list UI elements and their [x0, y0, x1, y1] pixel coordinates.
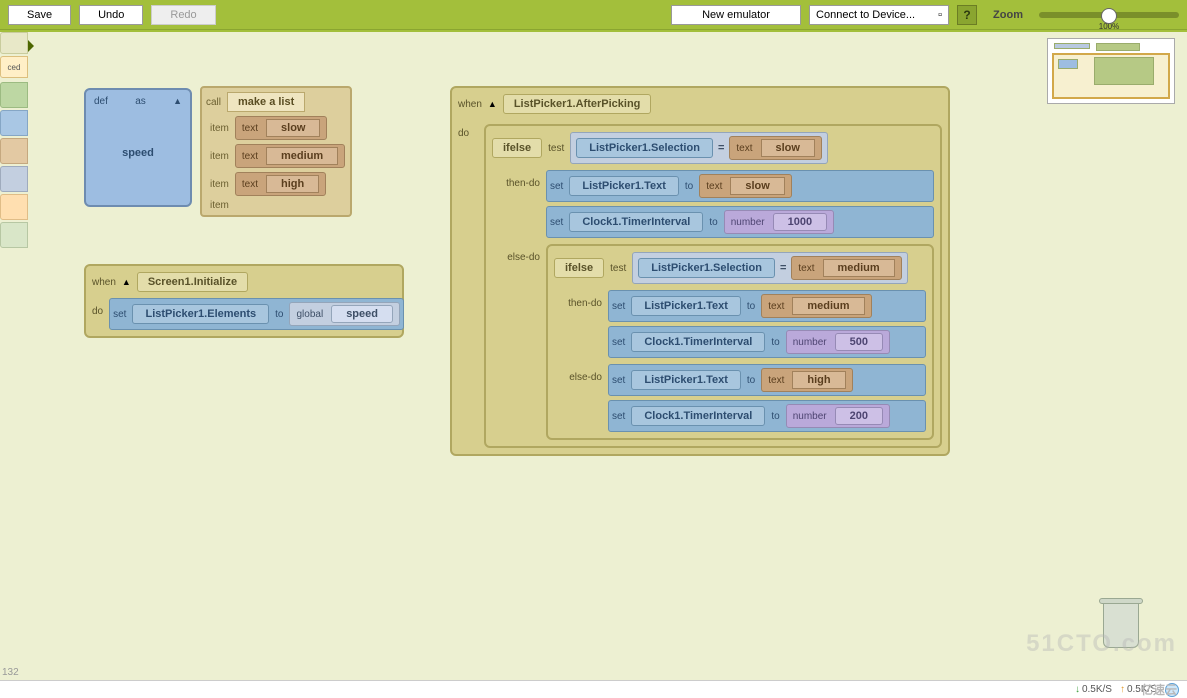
drawer-tan[interactable] — [0, 138, 28, 164]
call-kw: call — [206, 97, 221, 108]
screen-initialize-block[interactable]: when▲ Screen1.Initialize do set ListPick… — [84, 264, 404, 338]
drawer-green[interactable] — [0, 82, 28, 108]
init-title: Screen1.Initialize — [137, 272, 248, 292]
list-item-0: slow — [266, 119, 320, 137]
as-kw: as — [135, 96, 146, 107]
drawer-grey[interactable] — [0, 166, 28, 192]
net-down: ↓0.5K/S — [1075, 684, 1112, 695]
connect-label: Connect to Device... — [816, 9, 915, 21]
canvas-wrap: ced def as ▲ speed call make a list — [0, 30, 1187, 680]
list-item-2: high — [266, 175, 319, 193]
new-emulator-button[interactable]: New emulator — [671, 5, 801, 25]
drawer-orange[interactable] — [0, 194, 28, 220]
zoom-label: Zoom — [993, 9, 1023, 21]
after-picking-block[interactable]: when▲ ListPicker1.AfterPicking do ifelse… — [450, 86, 950, 456]
make-list-block[interactable]: call make a list itemtextslow itemtextme… — [200, 86, 352, 217]
undo-button[interactable]: Undo — [79, 5, 143, 25]
make-list-title: make a list — [227, 92, 305, 112]
block-count: 132 — [2, 667, 19, 678]
ifelse-outer[interactable]: ifelse test ListPicker1.Selection = text… — [484, 124, 942, 448]
minimap[interactable] — [1047, 38, 1175, 104]
minimap-viewport[interactable] — [1052, 53, 1170, 99]
drawer-lightgreen[interactable] — [0, 222, 28, 248]
set-elements[interactable]: set ListPicker1.Elements to globalspeed — [109, 298, 404, 330]
watermark: 51CTO.com — [1026, 630, 1177, 658]
status-bar: ↓0.5K/S ↑0.5K/S 亿速云 — [0, 680, 1187, 698]
connect-device-dropdown[interactable]: Connect to Device... ▫ — [809, 5, 949, 25]
dropdown-icon: ▫ — [938, 9, 942, 21]
toolbar: Save Undo Redo New emulator Connect to D… — [0, 0, 1187, 30]
def-name: speed — [94, 107, 182, 199]
palette-tab[interactable] — [0, 32, 28, 54]
afterpick-title: ListPicker1.AfterPicking — [503, 94, 652, 114]
def-kw: def — [94, 96, 108, 107]
palette-tab-advanced[interactable]: ced — [0, 56, 28, 78]
ifelse-inner[interactable]: ifelse test ListPicker1.Selection = text… — [546, 244, 934, 440]
help-button[interactable]: ? — [957, 5, 977, 25]
palette: ced — [0, 32, 30, 680]
zoom-slider[interactable]: 100% — [1039, 12, 1179, 18]
blocks-canvas[interactable]: def as ▲ speed call make a list itemtext… — [34, 36, 1179, 676]
cloud-logo: 亿速云 — [1141, 681, 1177, 698]
drawer-blue[interactable] — [0, 110, 28, 136]
def-block[interactable]: def as ▲ speed — [84, 88, 192, 207]
redo-button[interactable]: Redo — [151, 5, 215, 25]
list-item-1: medium — [266, 147, 338, 165]
save-button[interactable]: Save — [8, 5, 71, 25]
